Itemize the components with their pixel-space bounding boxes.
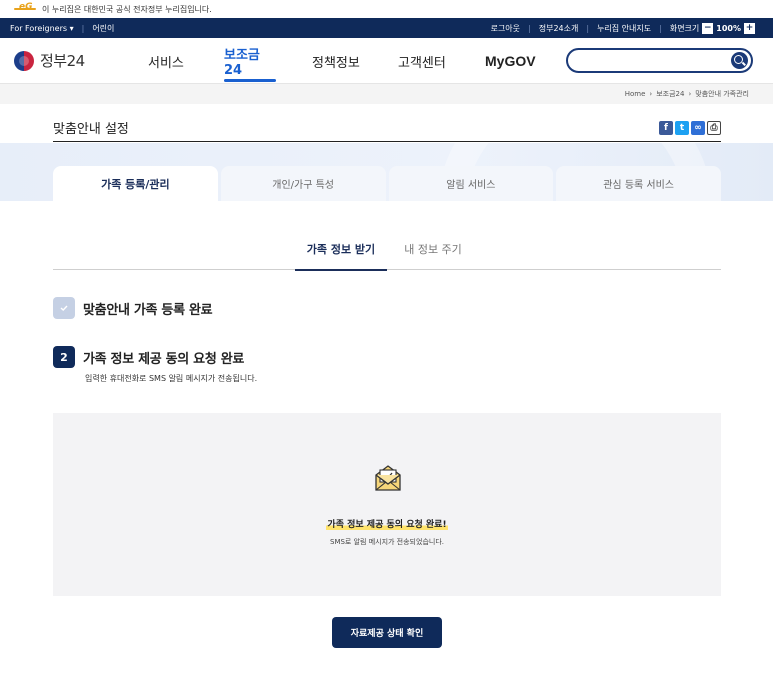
- step-consent-requested: 2 가족 정보 제공 동의 요청 완료: [53, 346, 244, 368]
- page-title: 맞춤안내 설정: [53, 122, 129, 137]
- screen-size-label: 화면크기: [669, 23, 700, 33]
- zoom-in-button[interactable]: +: [744, 22, 755, 34]
- tab-family-registration[interactable]: 가족 등록/관리: [53, 166, 218, 201]
- step2-description: 입력한 휴대전화로 SMS 알림 메시지가 전송됩니다.: [85, 374, 258, 383]
- sub-tabs: 가족 정보 받기 내 정보 주기: [53, 228, 721, 271]
- step-family-registered: 맞춤안내 가족 등록 완료: [53, 297, 213, 319]
- subtab-give-my-info[interactable]: 내 정보 주기: [387, 228, 479, 270]
- taegeuk-logo-icon: [14, 50, 34, 71]
- official-banner-text: 이 누리집은 대한민국 공식 전자정부 누리집입니다.: [42, 4, 212, 14]
- official-banner: 이 누리집은 대한민국 공식 전자정부 누리집입니다.: [0, 0, 773, 18]
- breadcrumb-home[interactable]: Home: [625, 90, 646, 98]
- result-title-text: 가족 정보 제공 동의 요청 완료!: [326, 520, 448, 530]
- result-title: 가족 정보 제공 동의 요청 완료!: [53, 517, 721, 530]
- twitter-icon[interactable]: t: [675, 120, 689, 135]
- step2-number: 2: [53, 346, 75, 368]
- about-link[interactable]: 정부24소개: [539, 23, 579, 34]
- subtab-receive-family-info[interactable]: 가족 정보 받기: [295, 228, 387, 271]
- utility-bar: For Foreigners ▾ | 어린이 로그아웃 | 정부24소개 | 누…: [0, 18, 773, 38]
- result-subtitle: SMS로 알림 메시지가 전송되었습니다.: [330, 538, 444, 546]
- breadcrumb-subsidy[interactable]: 보조금24: [656, 89, 684, 99]
- nav-item-policy[interactable]: 정책정보: [312, 38, 364, 84]
- zoom-value: 100%: [716, 23, 741, 33]
- nav-item-subsidy24[interactable]: 보조금24: [224, 38, 276, 84]
- link-icon[interactable]: ∞: [691, 120, 705, 135]
- egov-mark-icon: [14, 2, 36, 13]
- screen-size-control: 화면크기 − 100% +: [669, 22, 755, 34]
- divider: |: [81, 23, 85, 33]
- step1-label: 맞춤안내 가족 등록 완료: [83, 302, 213, 318]
- logo-text: 정부24: [40, 52, 85, 70]
- breadcrumb-current: 맞춤안내 가족관리: [695, 90, 749, 98]
- tab-interest-service[interactable]: 관심 등록 서비스: [556, 166, 721, 201]
- chevron-right-icon: ›: [688, 90, 692, 98]
- page-title-row: 맞춤안내 설정 f t ∞ ⎙: [53, 114, 721, 142]
- divider: |: [659, 23, 662, 33]
- divider: |: [528, 23, 531, 33]
- nav-item-customer-center[interactable]: 고객센터: [398, 38, 450, 84]
- nav-item-service[interactable]: 서비스: [148, 38, 186, 84]
- kids-link[interactable]: 어린이: [92, 23, 114, 34]
- sitemap-link[interactable]: 누리집 안내지도: [597, 23, 651, 34]
- search-icon[interactable]: [731, 52, 748, 69]
- tab-notification-service[interactable]: 알림 서비스: [388, 166, 554, 201]
- search-input[interactable]: [566, 48, 753, 73]
- check-status-button[interactable]: 자료제공 상태 확인: [332, 617, 442, 648]
- divider: |: [586, 23, 590, 33]
- zoom-out-button[interactable]: −: [702, 22, 714, 34]
- nav-item-mygov[interactable]: MyGOV: [485, 38, 536, 84]
- site-header: 정부24 서비스 보조금24 정책정보 고객센터 MyGOV: [0, 38, 773, 84]
- breadcrumb: Home › 보조금24 › 맞춤안내 가족관리: [0, 84, 773, 104]
- tab-household-features[interactable]: 개인/가구 특성: [220, 166, 386, 201]
- chevron-right-icon: ›: [649, 90, 653, 98]
- facebook-icon[interactable]: f: [659, 120, 673, 135]
- check-icon: [53, 297, 75, 319]
- logout-link[interactable]: 로그아웃: [491, 23, 520, 34]
- main-tabs: 가족 등록/관리 개인/가구 특성 알림 서비스 관심 등록 서비스: [53, 166, 721, 201]
- step2-label: 가족 정보 제공 동의 요청 완료: [83, 351, 245, 367]
- main-nav: 서비스 보조금24 정책정보 고객센터 MyGOV: [148, 38, 536, 84]
- share-buttons: f t ∞ ⎙: [659, 120, 721, 135]
- print-icon[interactable]: ⎙: [707, 120, 721, 135]
- envelope-check-icon: [375, 465, 401, 491]
- result-box: 가족 정보 제공 동의 요청 완료! SMS로 알림 메시지가 전송되었습니다.: [53, 413, 721, 596]
- for-foreigners-link[interactable]: For Foreigners ▾: [10, 24, 74, 33]
- site-logo[interactable]: 정부24: [14, 50, 85, 71]
